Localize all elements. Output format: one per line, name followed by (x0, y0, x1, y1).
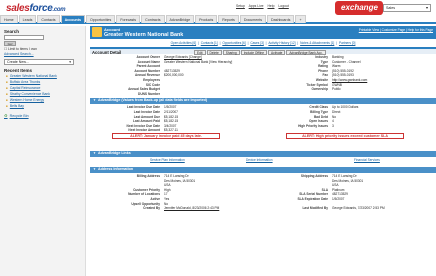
field-label: Last Modified By (302, 206, 328, 211)
limit-checkbox[interactable]: ☐ Limit to items I own (4, 47, 81, 51)
search-input[interactable] (4, 35, 44, 40)
help-link[interactable]: Help (267, 4, 274, 8)
delete-button[interactable]: Delete (206, 49, 222, 55)
recent-items-list: Greater Western National Bank Buffalo Ar… (0, 74, 85, 109)
page-help-links[interactable]: Printable View | Customize Page | Help f… (359, 28, 433, 32)
account-header: Account Greater Western National Bank Pr… (90, 26, 436, 39)
search-heading: Search (4, 29, 20, 34)
recent-items-heading: Recent Items (4, 68, 33, 73)
related-link[interactable]: Partners [0] (339, 41, 355, 45)
detail-buttons: Edit Delete Sharing Include Offline Activate… (194, 49, 327, 55)
advanbridge-link[interactable]: Device Information (246, 158, 273, 162)
tab-opportunities[interactable]: Opportunities (85, 15, 116, 23)
main-content: Account Greater Western National Bank Pr… (90, 26, 436, 276)
advanbridge-link[interactable]: Financial Services (354, 158, 380, 162)
tab-reports[interactable]: Reports (218, 15, 239, 23)
alert-invoice-late: ALERT: January invoice paid 45 days late… (112, 133, 220, 139)
tab-documents[interactable]: Documents (239, 15, 267, 23)
related-link[interactable]: Activity History [12] (268, 41, 295, 45)
tab-contacts[interactable]: Contacts (37, 15, 60, 23)
tab-contracts[interactable]: Contracts (141, 15, 165, 23)
edit-button[interactable]: Edit (194, 49, 206, 55)
advanbridge-links-header[interactable]: AdvanBridge Links (90, 151, 436, 157)
advanbridge-links: Service Plan Information Device Informati… (90, 158, 436, 163)
tab-accounts[interactable]: Accounts (60, 15, 85, 23)
sharing-button[interactable]: Sharing (222, 49, 240, 55)
tab-home[interactable]: Home (0, 15, 18, 23)
tab-advanbridge[interactable]: AdvanBridge (165, 15, 195, 23)
field-label: DUNS Number (138, 91, 160, 96)
recent-item[interactable]: Greater Western National Bank (6, 74, 81, 79)
tab-forecasts[interactable]: Forecasts (116, 15, 141, 23)
recent-item[interactable]: Strathy Convenience Bank (6, 92, 81, 97)
salesforce-logo[interactable]: salesforce.com (6, 3, 66, 14)
related-link[interactable]: Notes & Attachments [1] (300, 41, 334, 45)
limit-label: Limit to items I own (7, 47, 38, 51)
sidebar: Search Go! ☐ Limit to items I own Advanc… (0, 26, 86, 276)
advanbridge-bank-acc--button[interactable]: AdvanBridge Bank Acc. (286, 49, 326, 55)
recent-item[interactable]: Capital Reinsurance (6, 86, 81, 91)
field-value[interactable]: Jennifer McDonald, 8/23/2006 2:43 PM (164, 206, 264, 211)
related-link[interactable]: Contacts [1] (201, 41, 218, 45)
main-tab-bar: Home Leads Contacts Accounts Opportunities Fo… (0, 15, 436, 24)
tab--[interactable]: + (295, 15, 306, 23)
account-title: Greater Western National Bank (104, 31, 184, 38)
field-label: Created By (143, 206, 160, 211)
search-go-button[interactable]: Go! (4, 41, 16, 46)
setup-link[interactable]: Setup (236, 4, 245, 8)
logout-link[interactable]: Logout (278, 4, 288, 8)
field-value: George Edwards, 7/23/2007 2:53 PM (332, 206, 385, 211)
related-link[interactable]: Cases [3] (250, 41, 263, 45)
include-offline-button[interactable]: Include Offline (240, 49, 268, 55)
advanced-search-link[interactable]: Advanced Search... (4, 52, 81, 56)
related-link[interactable]: Open Activities [6] (171, 41, 197, 45)
related-list-links: Open Activities [6] | Contacts [1] | Opp… (170, 41, 356, 45)
recycle-bin-link[interactable]: Recycle Bin (4, 113, 81, 118)
tab-products[interactable]: Products (195, 15, 218, 23)
tab-leads[interactable]: Leads (18, 15, 37, 23)
create-new-dropdown[interactable]: Create New... (4, 59, 74, 65)
advanbridge-link[interactable]: Service Plan Information (150, 158, 185, 162)
recent-item[interactable]: Bells Bay (6, 104, 81, 109)
top-links: Setup Apps Live Help Logout (236, 4, 292, 8)
appexchange-badge[interactable]: exchange (335, 1, 383, 15)
field-row: DUNS Number (90, 92, 436, 97)
recent-item[interactable]: Western Home Energy (6, 98, 81, 103)
detail-bar: Account Detail Edit Delete Sharing Include … (90, 47, 436, 55)
apps-live-link[interactable]: Apps Live (249, 4, 264, 8)
recent-item[interactable]: Buffalo Area Thunks (6, 80, 81, 85)
activate-button[interactable]: Activate (268, 49, 286, 55)
advanbridge-section-header[interactable]: AdvanBridge (Values from Back-up (all da… (90, 98, 436, 104)
app-selector[interactable]: Sales (383, 4, 431, 12)
field-row: Created By Jennifer McDonald, 8/23/2006 2… (90, 206, 436, 211)
address-section-header[interactable]: Address Information (90, 167, 436, 173)
tab-dashboards[interactable]: Dashboards (267, 15, 295, 23)
account-detail-title: Account Detail (92, 49, 122, 55)
related-link[interactable]: Opportunities [6] (222, 41, 245, 45)
account-icon (92, 27, 102, 37)
alert-sla-exceeded: ALERT: High priority issues exceed custo… (286, 133, 404, 139)
